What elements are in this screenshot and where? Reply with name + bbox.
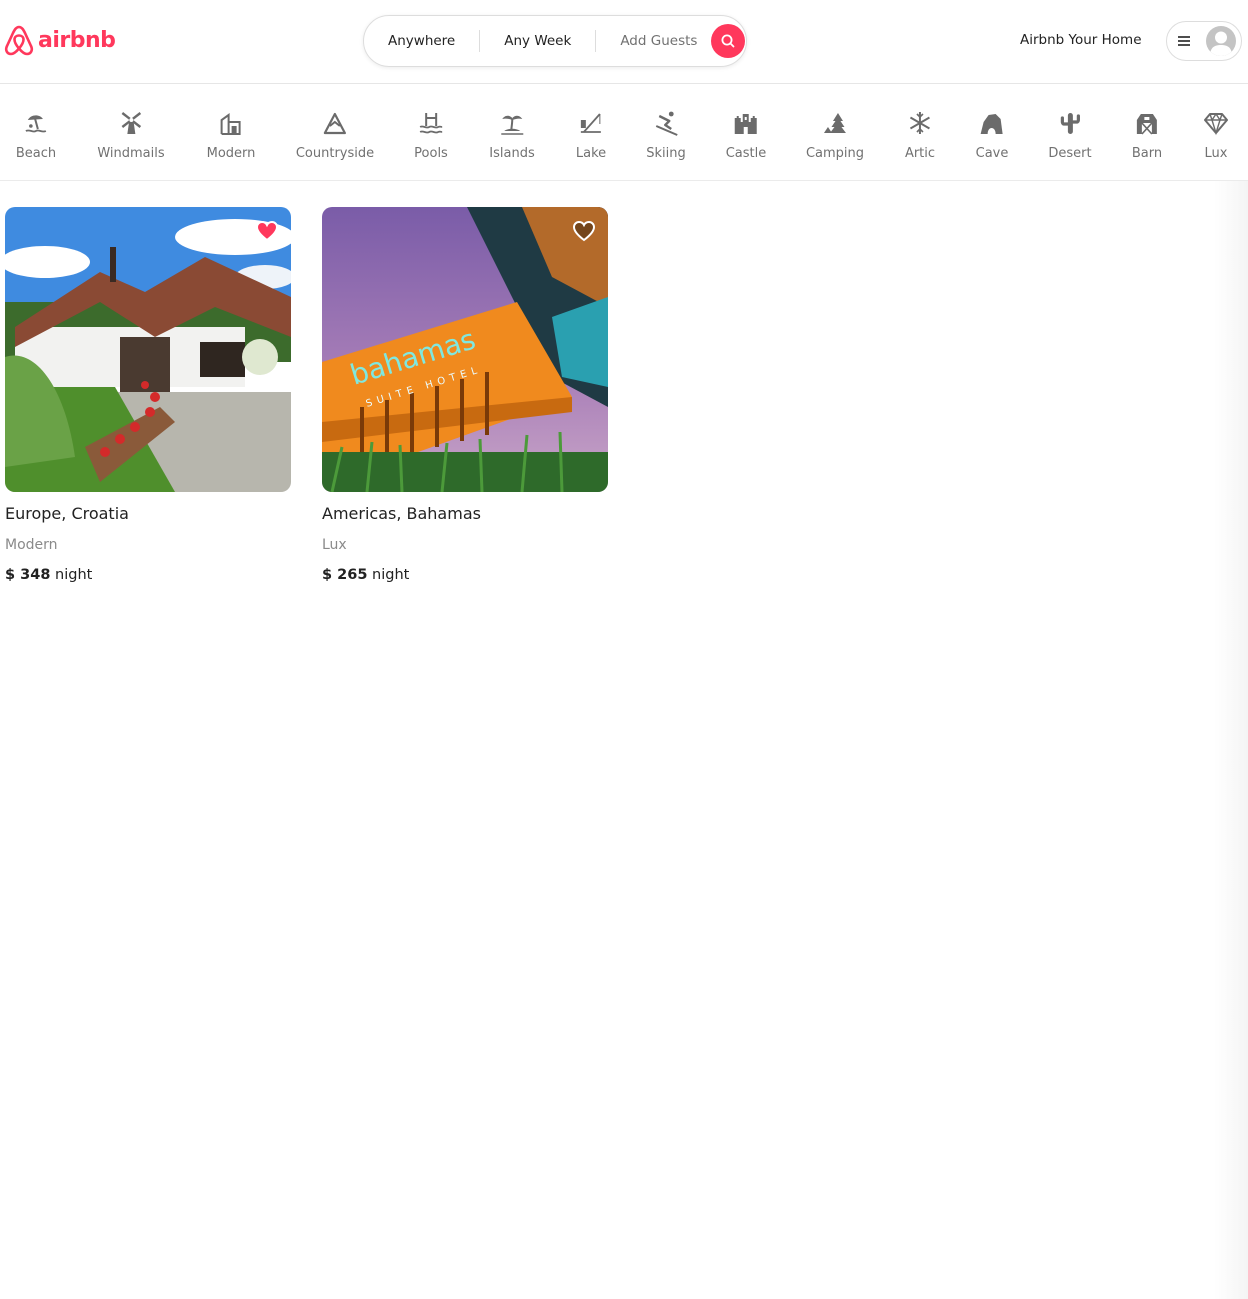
windmill-icon <box>121 112 141 134</box>
category-lux[interactable]: Lux <box>1203 110 1229 161</box>
category-label: Pools <box>414 146 448 161</box>
listing-photo[interactable] <box>5 207 291 492</box>
listing-photo[interactable]: bahamas SUITE HOTEL <box>322 207 608 492</box>
mountain-icon <box>323 112 347 135</box>
search-when[interactable]: Any Week <box>480 33 595 49</box>
user-menu-button[interactable] <box>1166 21 1242 61</box>
category-castle[interactable]: Castle <box>725 110 767 161</box>
top-header: airbnb Anywhere Any Week Add Guests Airb… <box>0 0 1248 84</box>
barn-icon <box>1137 114 1157 135</box>
listing-category: Lux <box>322 537 347 553</box>
cave-icon <box>981 114 1003 134</box>
category-label: Islands <box>489 146 535 161</box>
airbnb-logo[interactable]: airbnb <box>4 24 116 56</box>
category-skiing[interactable]: Skiing <box>646 110 686 161</box>
diamond-icon <box>1204 112 1228 136</box>
category-label: Beach <box>15 146 57 161</box>
listing-title: Americas, Bahamas <box>322 504 481 523</box>
search-guests[interactable]: Add Guests <box>596 33 709 49</box>
category-label: Lake <box>575 146 607 161</box>
search-button[interactable] <box>711 24 746 58</box>
listing-card[interactable]: Europe, Croatia Modern $ 348 night <box>5 207 291 583</box>
brand-name: airbnb <box>38 27 116 53</box>
skiing-icon <box>655 111 678 136</box>
category-label: Cave <box>975 146 1009 161</box>
lake-fishing-icon <box>581 113 601 133</box>
favorite-heart-icon[interactable] <box>572 219 596 243</box>
listing-price: $ 265 night <box>322 567 608 583</box>
search-where[interactable]: Anywhere <box>364 33 479 49</box>
snowflake-icon <box>909 112 930 134</box>
price-unit: night <box>372 567 410 583</box>
category-countryside[interactable]: Countryside <box>296 110 374 161</box>
category-label: Barn <box>1131 146 1163 161</box>
castle-icon <box>735 114 757 134</box>
hotel-photo: bahamas SUITE HOTEL <box>322 207 608 492</box>
search-bar[interactable]: Anywhere Any Week Add Guests <box>363 15 747 67</box>
camping-icon <box>824 113 846 133</box>
category-label: Camping <box>805 146 865 161</box>
price-amount: $ 348 <box>5 567 51 583</box>
category-lake[interactable]: Lake <box>576 110 606 161</box>
host-home-link[interactable]: Airbnb Your Home <box>1020 32 1142 48</box>
price-unit: night <box>55 567 93 583</box>
category-camping[interactable]: Camping <box>806 110 864 161</box>
hamburger-icon <box>1178 36 1190 46</box>
category-pools[interactable]: Pools <box>414 110 448 161</box>
category-islands[interactable]: Islands <box>489 110 535 161</box>
category-label: Skiing <box>646 146 686 161</box>
category-label: Desert <box>1048 146 1092 161</box>
scrollbar-shadow <box>1214 181 1248 1299</box>
airbnb-logo-icon <box>4 25 34 56</box>
listing-title: Europe, Croatia <box>5 504 129 523</box>
modern-house-icon <box>221 113 241 135</box>
category-label: Castle <box>725 146 767 161</box>
search-icon <box>721 34 735 48</box>
price-amount: $ 265 <box>322 567 368 583</box>
cactus-icon <box>1060 113 1080 134</box>
category-label: Countryside <box>295 146 375 161</box>
user-avatar-icon <box>1206 26 1236 56</box>
listing-card[interactable]: bahamas SUITE HOTEL Americas, Bahamas Lu… <box>322 207 608 583</box>
category-modern[interactable]: Modern <box>206 110 256 161</box>
favorite-heart-icon[interactable] <box>255 219 279 243</box>
listing-price: $ 348 night <box>5 567 291 583</box>
beach-icon <box>25 115 47 133</box>
category-label: Artic <box>904 146 936 161</box>
category-label: Lux <box>1204 146 1228 161</box>
category-desert[interactable]: Desert <box>1048 110 1092 161</box>
category-beach[interactable]: Beach <box>16 110 56 161</box>
category-barn[interactable]: Barn <box>1132 110 1162 161</box>
category-artic[interactable]: Artic <box>905 110 935 161</box>
category-windmills[interactable]: Windmails <box>97 110 165 161</box>
category-bar: Beach Windmails Modern Countryside Pools… <box>0 84 1248 181</box>
category-label: Windmails <box>97 146 165 161</box>
category-label: Modern <box>206 146 256 161</box>
category-cave[interactable]: Cave <box>975 110 1009 161</box>
pool-icon <box>419 113 443 134</box>
listing-category: Modern <box>5 537 58 553</box>
house-photo <box>5 207 291 492</box>
island-icon <box>500 115 523 135</box>
